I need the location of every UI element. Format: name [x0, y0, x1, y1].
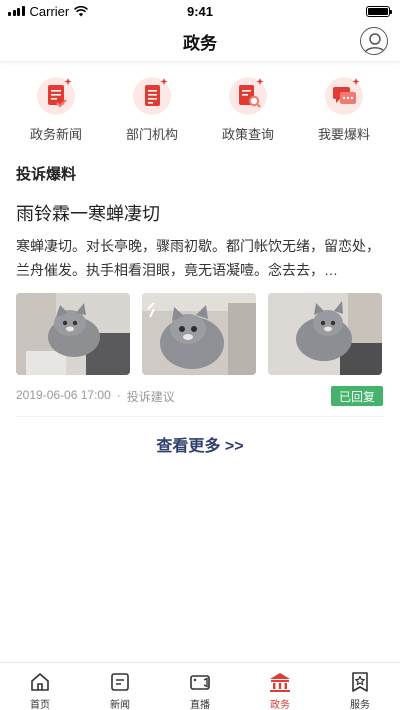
quick-action-label: 政策查询 — [221, 127, 274, 142]
post-category: 投诉建议 — [126, 390, 175, 404]
service-star-icon — [349, 671, 371, 693]
tab-label: 新闻 — [110, 700, 130, 710]
quick-action-departments[interactable]: 部门机构 — [107, 72, 197, 144]
department-document-icon — [128, 72, 176, 118]
tab-home[interactable]: 首页 — [0, 663, 80, 710]
tab-service[interactable]: 服务 — [320, 663, 400, 710]
news-document-icon — [32, 72, 80, 118]
status-badge: 已回复 — [331, 386, 383, 406]
page-title: 政务 — [183, 34, 217, 53]
tab-news[interactable]: 新闻 — [80, 663, 160, 710]
policy-search-icon — [224, 72, 272, 118]
tab-bar: 首页 新闻 直播 政务 服务 — [0, 662, 400, 710]
status-bar: Carrier 9:41 — [0, 0, 400, 22]
divider — [16, 416, 384, 417]
quick-action-policy-search[interactable]: 政策查询 — [203, 72, 293, 144]
tab-label: 服务 — [350, 700, 370, 710]
post-photos — [16, 293, 382, 375]
news-icon — [109, 671, 131, 693]
government-building-icon — [269, 671, 291, 693]
cat-photo[interactable] — [268, 293, 382, 375]
quick-action-gov-news[interactable]: 政务新闻 — [11, 72, 101, 144]
post-date: 2019-06-06 17:00 — [16, 388, 111, 402]
quick-action-label: 政务新闻 — [29, 127, 82, 142]
cat-photo[interactable] — [142, 293, 256, 375]
section-title: 投诉爆料 — [16, 166, 77, 183]
tab-label: 政务 — [270, 700, 290, 710]
quick-actions: 政务新闻 部门机构 政策查询 我要爆料 — [0, 72, 400, 144]
quick-action-label: 我要爆料 — [317, 127, 370, 142]
quick-action-report[interactable]: 我要爆料 — [299, 72, 389, 144]
cat-photo[interactable] — [16, 293, 130, 375]
battery-icon — [366, 5, 392, 17]
carrier-label: Carrier — [29, 3, 70, 19]
nav-bar: 政务 — [0, 22, 400, 62]
tab-label: 首页 — [30, 700, 50, 710]
tab-label: 直播 — [190, 700, 210, 710]
live-camera-icon — [189, 671, 211, 693]
signal-icon — [8, 6, 25, 16]
user-avatar-icon[interactable] — [360, 27, 388, 55]
wifi-icon — [74, 5, 89, 16]
quick-action-label: 部门机构 — [125, 127, 178, 142]
report-message-icon — [320, 72, 368, 118]
tab-live[interactable]: 直播 — [160, 663, 240, 710]
view-more-link[interactable]: 查看更多 >> — [0, 432, 400, 456]
meta-separator: · — [116, 388, 121, 402]
home-icon — [29, 671, 51, 693]
post-body[interactable]: 寒蝉凄切。对长亭晚，骤雨初歇。都门帐饮无绪，留恋处，兰舟催发。执手相看泪眼，竟无… — [16, 234, 386, 282]
status-left: Carrier — [8, 3, 89, 19]
post-title[interactable]: 雨铃霖一寒蝉凄切 — [16, 200, 160, 226]
tab-government[interactable]: 政务 — [240, 663, 320, 710]
post-meta: 2019-06-06 17:00 · 投诉建议 — [16, 388, 175, 405]
